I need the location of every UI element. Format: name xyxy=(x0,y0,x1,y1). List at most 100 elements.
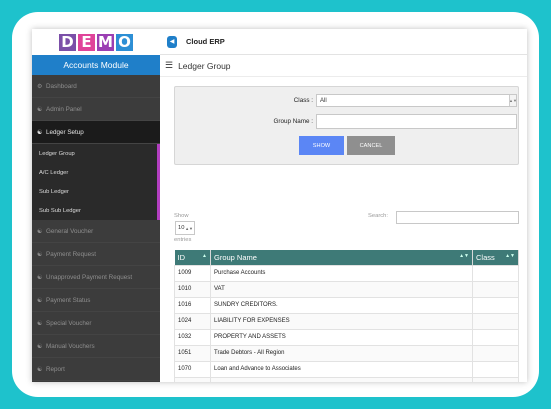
table-row[interactable]: 1009 Purchase Accounts xyxy=(174,264,519,282)
sidebar-item-special-voucher[interactable]: ☯ Special Voucher xyxy=(32,312,160,335)
chevron-down-icon: ▲▼ xyxy=(509,95,517,106)
users-icon: ☯ xyxy=(37,251,43,258)
cell-class xyxy=(472,328,519,346)
cell-group-name: Loan and Advance to Associates xyxy=(210,360,473,378)
top-bar: ◀ Cloud ERP xyxy=(160,29,527,55)
column-header-id[interactable]: ID ▲ xyxy=(174,250,211,265)
page-header: ☰ Ledger Group xyxy=(160,55,527,77)
submenu-item-ac-ledger[interactable]: A/C Ledger xyxy=(32,163,157,182)
cell-id: 1010 xyxy=(174,280,211,298)
sidebar: D E M O Accounts Module ⚙ Dashboard ☯ Ad… xyxy=(32,29,160,382)
submenu-item-sub-sub-ledger[interactable]: Sub Sub Ledger xyxy=(32,201,157,220)
sidebar-item-payment-request[interactable]: ☯ Payment Request xyxy=(32,243,160,266)
sidebar-toggle-button[interactable]: ◀ xyxy=(167,35,177,48)
sidebar-item-label: Special Voucher xyxy=(46,319,92,327)
table-row[interactable]: 1016 SUNDRY CREDITORS. xyxy=(174,296,519,314)
column-header-class[interactable]: Class ▲▼ xyxy=(472,250,519,265)
class-label: Class : xyxy=(293,97,313,104)
sidebar-item-label: Admin Panel xyxy=(46,105,82,113)
cell-group-name: Purchase Accounts xyxy=(210,264,473,282)
cell-class xyxy=(472,312,519,330)
table-row[interactable]: 1010 VAT xyxy=(174,280,519,298)
device-frame: D E M O Accounts Module ⚙ Dashboard ☯ Ad… xyxy=(12,12,539,397)
sidebar-item-label: Ledger Setup xyxy=(46,128,84,136)
ledger-group-table: ID ▲ Group Name ▲▼ Class ▲▼ 1009 Purchase Ac… xyxy=(174,250,519,382)
cell-group-name: SUNDRY CREDITORS. xyxy=(210,296,473,314)
users-icon: ☯ xyxy=(37,274,43,281)
cell-group-name: Trade Debtors - All Region xyxy=(210,344,473,362)
entries-label: entries xyxy=(174,237,192,243)
cell-class xyxy=(472,376,519,382)
main-content: ☰ Ledger Group Class : All ▲▼ Group Name… xyxy=(160,55,527,382)
sidebar-item-label: Dashboard xyxy=(46,82,77,90)
cell-group-name: LIABILITY FOR EXPENSES xyxy=(210,312,473,330)
show-button[interactable]: SHOW xyxy=(299,136,344,155)
cell-id: 1078 xyxy=(174,376,211,382)
table-header-row: ID ▲ Group Name ▲▼ Class ▲▼ xyxy=(174,250,519,265)
sidebar-item-label: Payment Request xyxy=(46,250,97,258)
sort-icon: ▲▼ xyxy=(459,253,469,259)
sidebar-item-payment-status[interactable]: ☯ Payment Status xyxy=(32,289,160,312)
users-icon: ☯ xyxy=(37,228,43,235)
cell-group-name: VAT xyxy=(210,280,473,298)
sidebar-item-general-voucher[interactable]: ☯ General Voucher xyxy=(32,220,160,243)
submenu-item-sub-ledger[interactable]: Sub Ledger xyxy=(32,182,157,201)
speedometer-icon: ⚙ xyxy=(37,83,43,90)
cell-id: 1016 xyxy=(174,296,211,314)
module-title: Accounts Module xyxy=(32,55,160,75)
users-icon: ☯ xyxy=(37,129,43,136)
cell-class xyxy=(472,264,519,282)
cell-class xyxy=(472,280,519,298)
bars-icon: ☰ xyxy=(165,60,174,70)
sidebar-item-label: Manual Vouchers xyxy=(46,342,95,350)
cell-class xyxy=(472,360,519,378)
cell-id: 1070 xyxy=(174,360,211,378)
column-header-group-name[interactable]: Group Name ▲▼ xyxy=(210,250,473,265)
submenu-item-ledger-group[interactable]: Ledger Group xyxy=(32,144,157,163)
group-name-input[interactable] xyxy=(316,114,517,129)
users-icon: ☯ xyxy=(37,320,43,327)
cell-id: 1032 xyxy=(174,328,211,346)
sidebar-item-ledger-setup[interactable]: ☯ Ledger Setup xyxy=(32,121,160,144)
ledger-setup-submenu: Ledger Group A/C Ledger Sub Ledger Sub S… xyxy=(32,144,160,220)
cell-id: 1009 xyxy=(174,264,211,282)
chevron-left-icon: ◀ xyxy=(169,39,175,45)
logo-letter-e: E xyxy=(78,33,95,51)
logo-letter-m: M xyxy=(97,33,114,51)
logo: D E M O xyxy=(32,29,160,55)
sidebar-item-unapproved-payment-request[interactable]: ☯ Unapproved Payment Request xyxy=(32,266,160,289)
table-row[interactable]: 1051 Trade Debtors - All Region xyxy=(174,344,519,362)
sort-icon: ▲ xyxy=(202,253,207,259)
sidebar-item-report[interactable]: ☯ Report xyxy=(32,358,160,381)
chevron-down-icon: ▲▼ xyxy=(185,225,193,231)
table-row[interactable]: 1024 LIABILITY FOR EXPENSES xyxy=(174,312,519,330)
logo-letter-d: D xyxy=(59,33,76,51)
show-entries-label: Show xyxy=(174,213,189,219)
brand-title: Cloud ERP xyxy=(186,37,225,46)
users-icon: ☯ xyxy=(37,366,43,373)
users-icon: ☯ xyxy=(37,106,43,113)
cell-id: 1024 xyxy=(174,312,211,330)
logo-letter-o: O xyxy=(116,33,133,51)
search-input[interactable] xyxy=(396,211,519,224)
sidebar-item-label: General Voucher xyxy=(46,227,94,235)
table-row[interactable]: 1032 PROPERTY AND ASSETS xyxy=(174,328,519,346)
sidebar-item-admin-panel[interactable]: ☯ Admin Panel xyxy=(32,98,160,121)
table-row[interactable]: 1070 Loan and Advance to Associates xyxy=(174,360,519,378)
sidebar-item-dashboard[interactable]: ⚙ Dashboard xyxy=(32,75,160,98)
search-label: Search: xyxy=(368,213,388,219)
sidebar-item-manual-vouchers[interactable]: ☯ Manual Vouchers xyxy=(32,335,160,358)
users-icon: ☯ xyxy=(37,343,43,350)
cancel-button[interactable]: CANCEL xyxy=(347,136,395,155)
filter-panel: Class : All ▲▼ Group Name : SHOW CANCEL xyxy=(174,86,519,165)
entries-select-value: 10 xyxy=(178,225,185,231)
entries-select[interactable]: 10 ▲▼ xyxy=(175,221,195,235)
class-select[interactable]: All ▲▼ xyxy=(316,94,517,107)
cell-group-name: PROPERTY AND ASSETS xyxy=(210,328,473,346)
sort-icon: ▲▼ xyxy=(505,253,515,259)
table-row[interactable]: 1078Sales Return xyxy=(174,376,519,382)
sidebar-item-label: Report xyxy=(46,365,65,373)
sidebar-item-label: Unapproved Payment Request xyxy=(46,273,133,281)
group-name-label: Group Name : xyxy=(273,118,313,125)
sidebar-item-label: Payment Status xyxy=(46,296,91,304)
